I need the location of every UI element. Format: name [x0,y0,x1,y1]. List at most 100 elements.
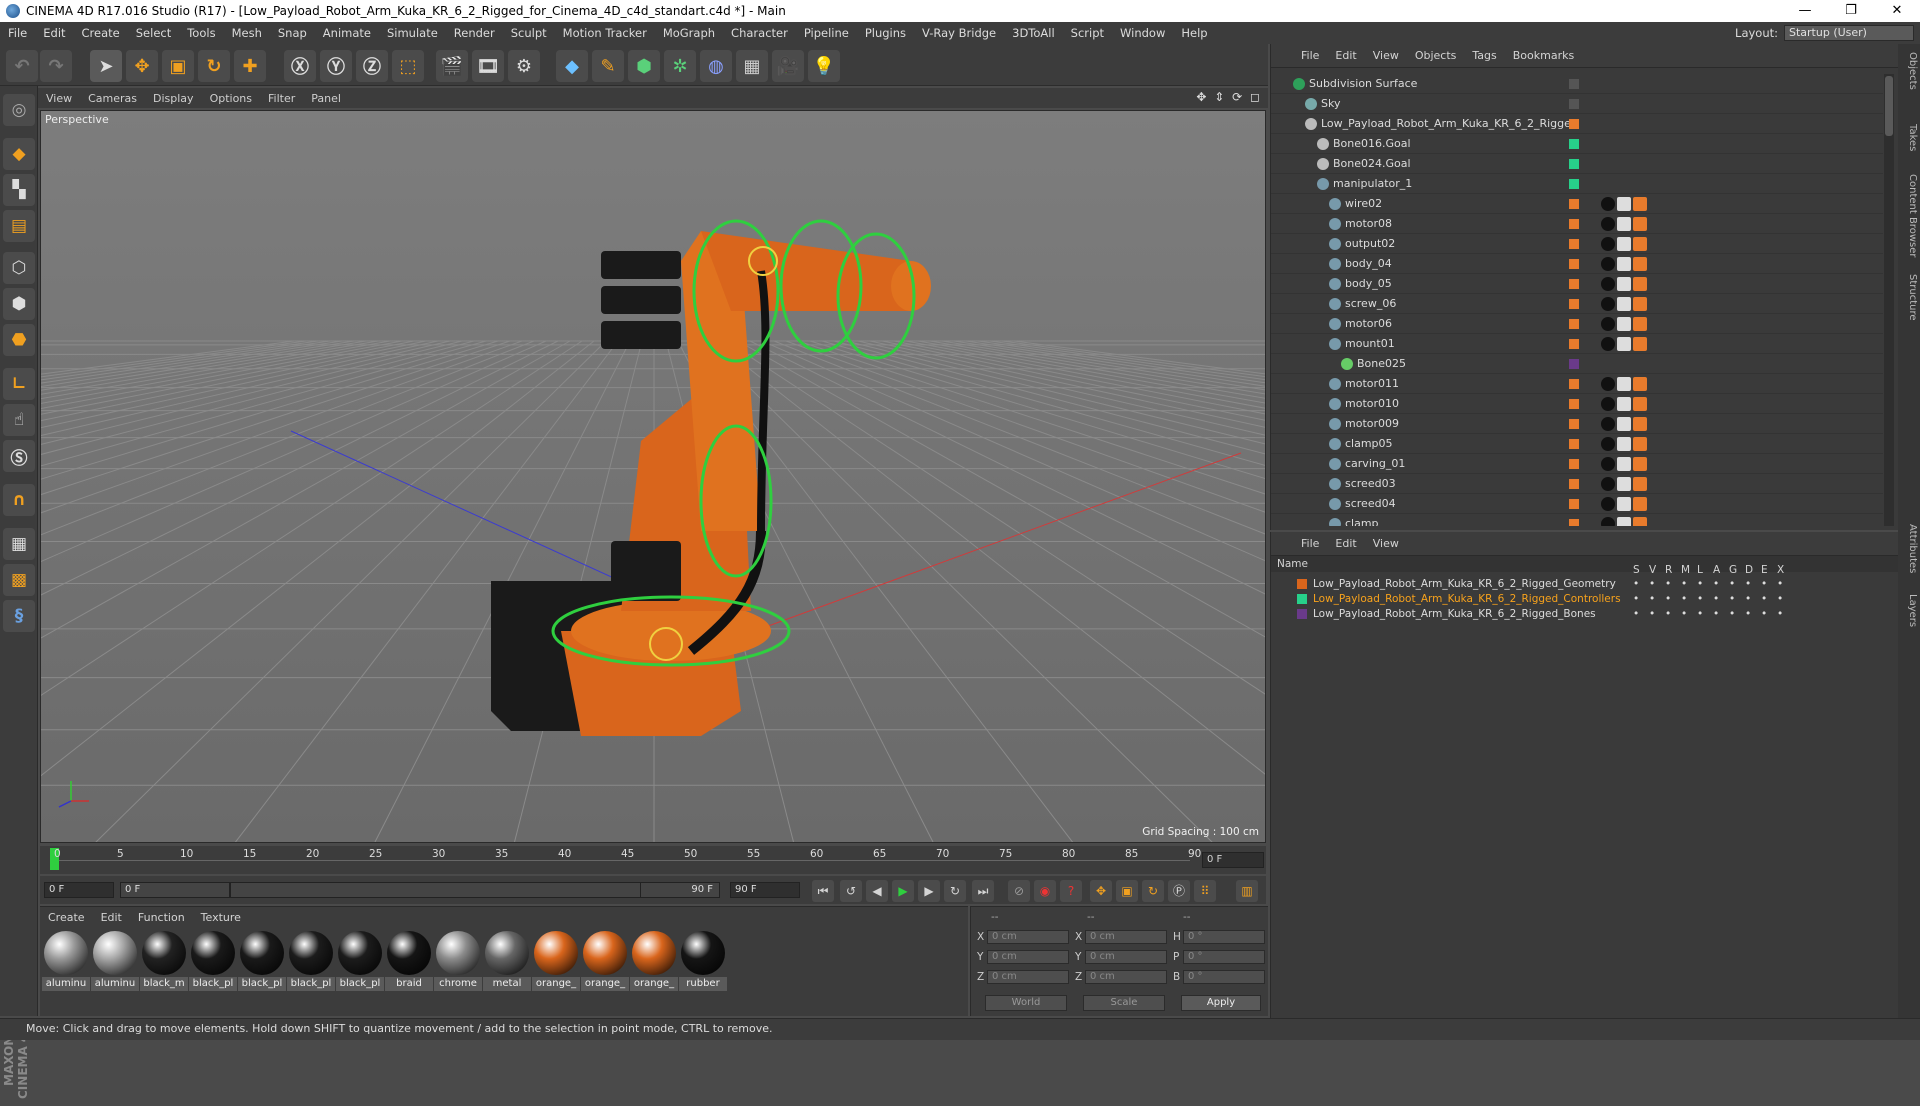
texture-tag-icon[interactable] [1617,376,1631,391]
menu-edit[interactable]: Edit [35,26,73,40]
material-item[interactable]: orange_ [630,931,678,991]
axis-mode-icon[interactable]: ∟ [3,368,35,400]
layer-color-flag[interactable] [1569,518,1579,526]
locked-toggle-icon[interactable]: • [1697,578,1703,590]
redo-icon[interactable]: ↷ [40,50,72,82]
side-tab-objects[interactable]: Objects [1900,52,1918,90]
layer-color-flag[interactable] [1569,238,1579,249]
subdivision-icon[interactable]: ⬢ [628,50,660,82]
spline-pen-icon[interactable]: ✎ [592,50,624,82]
autokey-icon[interactable]: ◉ [1034,880,1056,902]
material-tag-icon[interactable] [1601,236,1615,251]
texture-tag-icon[interactable] [1617,276,1631,291]
texture-tag-icon[interactable] [1617,436,1631,451]
locked-toggle-icon[interactable]: • [1697,593,1703,605]
coord-value-field[interactable]: 0 ° [1183,970,1265,984]
layer-menu-file[interactable]: File [1293,537,1327,550]
object-menu-objects[interactable]: Objects [1407,49,1465,62]
key-scale-icon[interactable]: ▣ [1116,880,1138,902]
object-row[interactable]: motor009 [1271,414,1883,434]
record-keys-icon[interactable]: ⊘ [1008,880,1030,902]
object-row[interactable]: motor010 [1271,394,1883,414]
viewport-menu-view[interactable]: View [38,92,80,105]
texture-tag-icon[interactable] [1617,216,1631,231]
cloner-icon[interactable]: ✲ [664,50,696,82]
material-item[interactable]: orange_ [532,931,580,991]
object-menu-tags[interactable]: Tags [1464,49,1504,62]
side-tab-attributes[interactable]: Attributes [1900,524,1918,573]
key-pla-icon[interactable]: ⠿ [1194,880,1216,902]
layer-color-flag[interactable] [1569,218,1579,229]
layer-color-flag[interactable] [1569,98,1579,109]
object-row[interactable]: Subdivision Surface [1271,74,1883,94]
texture-tag-icon[interactable] [1617,496,1631,511]
light-icon[interactable]: 💡 [808,50,840,82]
layer-color-flag[interactable] [1569,318,1579,329]
material-tag-icon[interactable] [1601,256,1615,271]
restore-button[interactable]: ❐ [1828,0,1874,22]
render-toggle-icon[interactable]: • [1665,593,1671,605]
phong-tag-icon[interactable] [1633,396,1647,411]
material-item[interactable]: black_pl [287,931,335,991]
layer-color-swatch[interactable] [1297,608,1307,619]
visible-toggle-icon[interactable]: • [1649,593,1655,605]
xref-toggle-icon[interactable]: • [1777,578,1783,590]
material-item[interactable]: black_pl [336,931,384,991]
end-frame-field[interactable]: 90 F [730,882,800,898]
layer-color-flag[interactable] [1569,338,1579,349]
coord-value-field[interactable]: 0 cm [987,970,1069,984]
cube-primitive-icon[interactable]: ◆ [556,50,588,82]
menu-create[interactable]: Create [74,26,128,40]
material-tag-icon[interactable] [1601,416,1615,431]
side-tab-layers[interactable]: Layers [1900,594,1918,627]
xref-toggle-icon[interactable]: • [1777,593,1783,605]
layout-dropdown[interactable]: Startup (User) [1784,25,1914,41]
object-row[interactable]: manipulator_1 [1271,174,1883,194]
coord-scale-dropdown[interactable]: Scale [1083,995,1165,1011]
coord-value-field[interactable]: 0 cm [987,930,1069,944]
camera-icon[interactable]: 🎥 [772,50,804,82]
object-row[interactable]: output02 [1271,234,1883,254]
menu-pipeline[interactable]: Pipeline [796,26,857,40]
next-key-icon[interactable]: ↻ [944,880,966,902]
phong-tag-icon[interactable] [1633,276,1647,291]
texture-mode-icon[interactable]: ▚ [3,174,35,206]
animation-toggle-icon[interactable]: • [1713,608,1719,620]
texture-tag-icon[interactable] [1617,236,1631,251]
make-editable-icon[interactable]: ◎ [3,94,35,126]
python-icon[interactable]: § [3,600,35,632]
layer-color-flag[interactable] [1569,298,1579,309]
viewport-menu-panel[interactable]: Panel [303,92,349,105]
phong-tag-icon[interactable] [1633,236,1647,251]
expressions-toggle-icon[interactable]: • [1761,578,1767,590]
menu-plugins[interactable]: Plugins [857,26,914,40]
layer-color-flag[interactable] [1569,198,1579,209]
layer-row[interactable]: Low_Payload_Robot_Arm_Kuka_KR_6_2_Rigged… [1271,606,1899,621]
material-item[interactable]: black_pl [238,931,286,991]
texture-tag-icon[interactable] [1617,396,1631,411]
viewport-menu-filter[interactable]: Filter [260,92,303,105]
locked-toggle-icon[interactable]: • [1697,608,1703,620]
phong-tag-icon[interactable] [1633,196,1647,211]
texture-tag-icon[interactable] [1617,296,1631,311]
phong-tag-icon[interactable] [1633,436,1647,451]
material-item[interactable]: aluminu [91,931,139,991]
layer-color-flag[interactable] [1569,398,1579,409]
timeline-window-icon[interactable]: ▥ [1236,880,1258,902]
object-row[interactable]: carving_01 [1271,454,1883,474]
material-tag-icon[interactable] [1601,456,1615,471]
side-tab-content-browser[interactable]: Content Browser [1900,174,1918,257]
coordinate-system-icon[interactable]: ⬚ [392,50,424,82]
material-tag-icon[interactable] [1601,496,1615,511]
manager-toggle-icon[interactable]: • [1681,578,1687,590]
layer-color-flag[interactable] [1569,78,1579,89]
object-menu-view[interactable]: View [1365,49,1407,62]
object-row[interactable]: wire02 [1271,194,1883,214]
object-row[interactable]: clamp [1271,514,1883,526]
generators-toggle-icon[interactable]: • [1729,578,1735,590]
object-row[interactable]: Sky [1271,94,1883,114]
phong-tag-icon[interactable] [1633,476,1647,491]
goto-start-icon[interactable]: ⏮ [812,880,834,902]
object-menu-file[interactable]: File [1293,49,1327,62]
object-row[interactable]: body_04 [1271,254,1883,274]
